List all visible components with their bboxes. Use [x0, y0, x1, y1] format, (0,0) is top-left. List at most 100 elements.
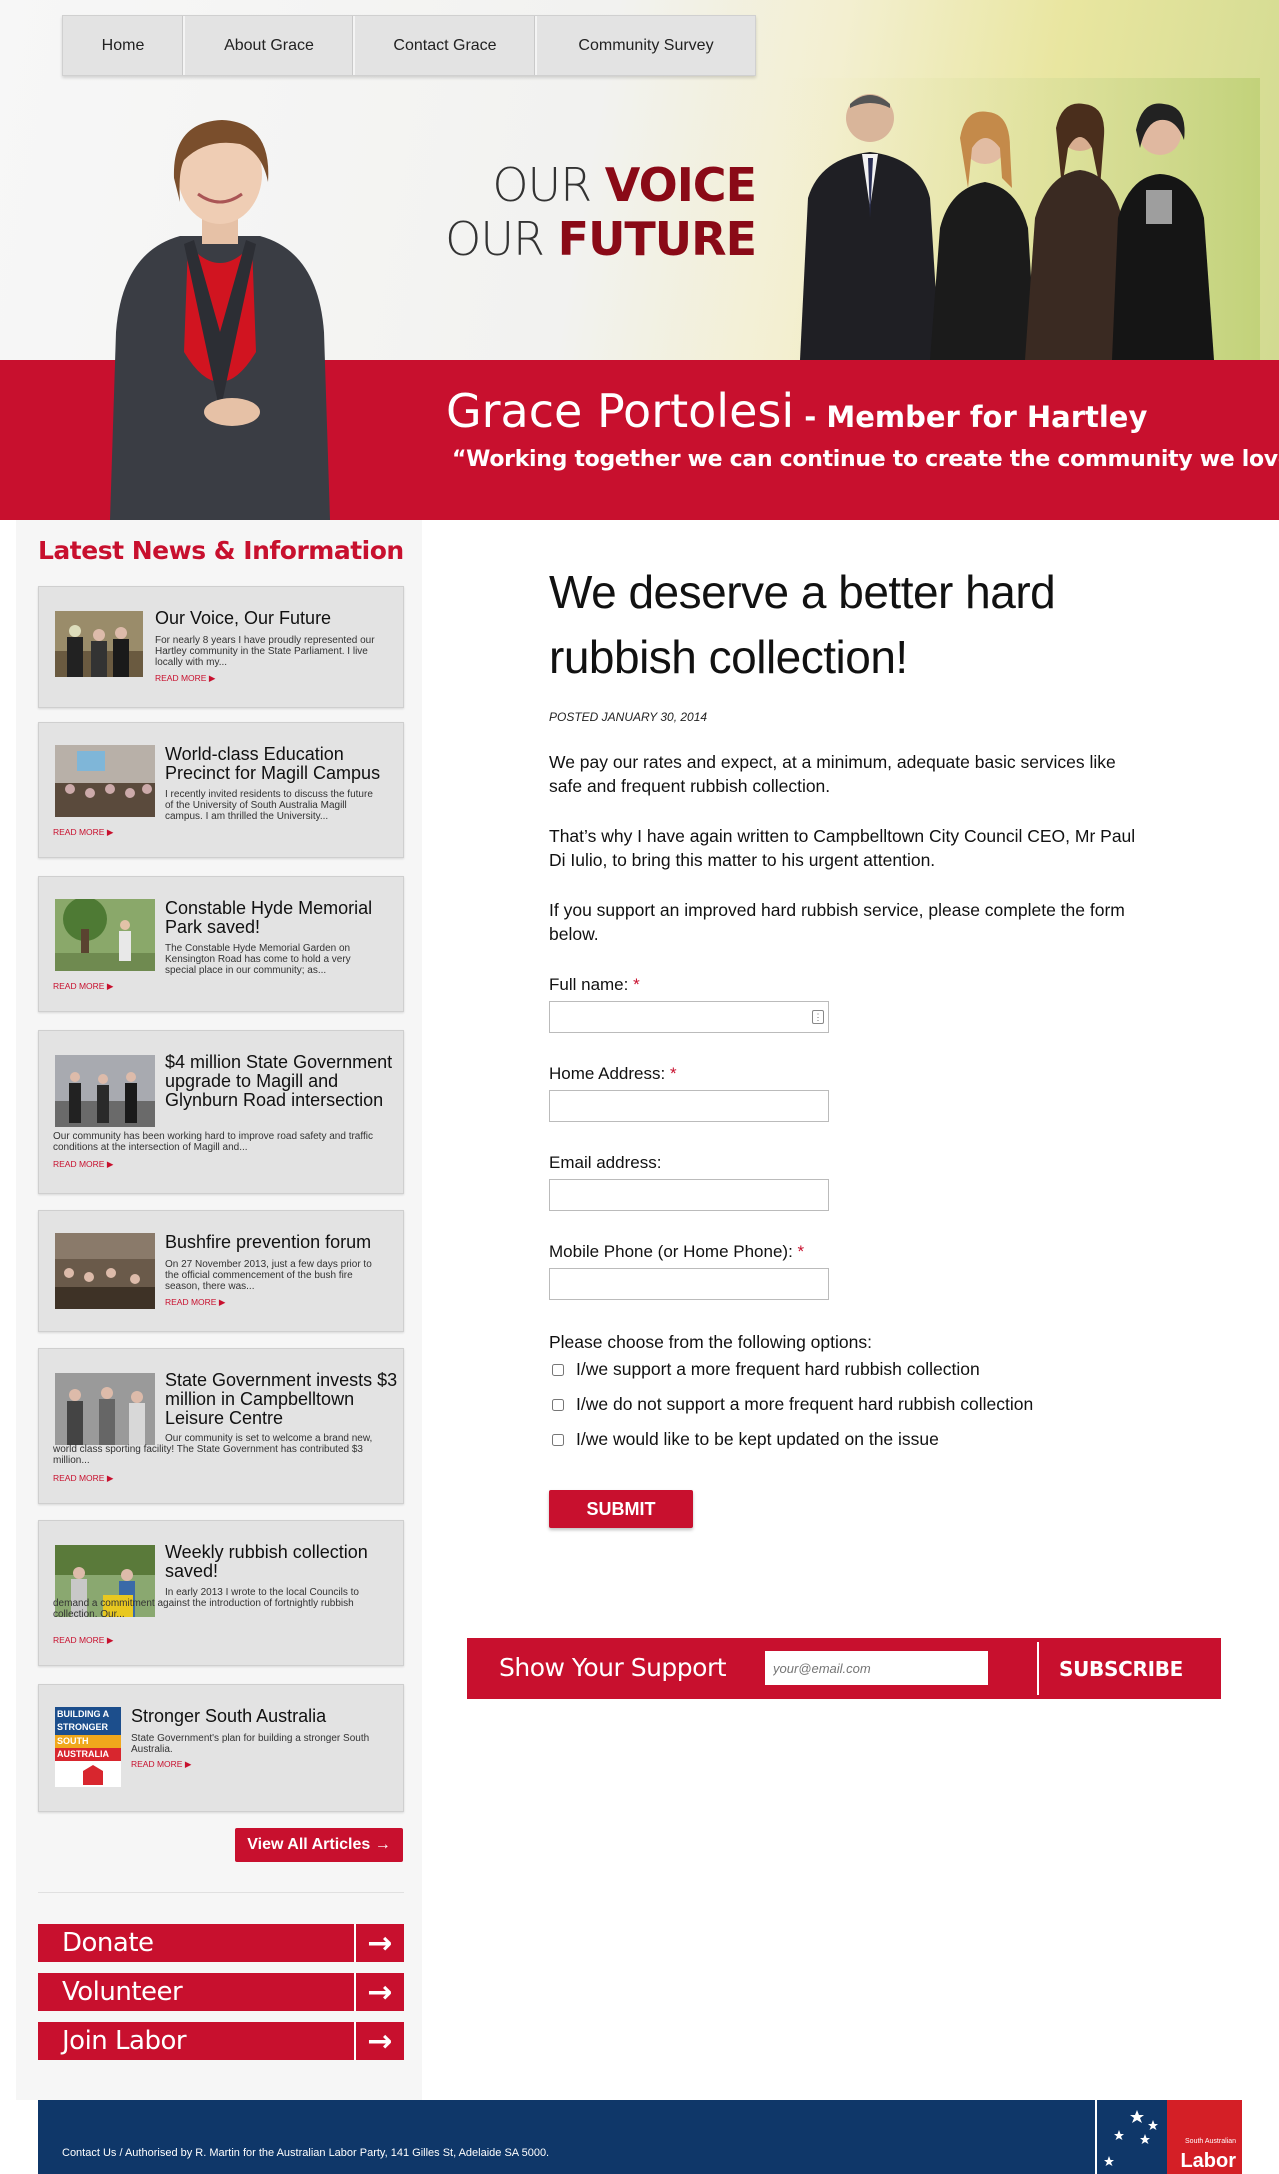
news-title[interactable]: Our Voice, Our Future — [155, 609, 395, 628]
news-excerpt: On 27 November 2013, just a few days pri… — [165, 1259, 372, 1292]
news-excerpt: The Constable Hyde Memorial Garden on Ke… — [165, 943, 351, 976]
nav-contact-grace[interactable]: Contact Grace — [355, 16, 537, 75]
donate-label: Donate — [62, 1928, 154, 1958]
option-support-checkbox[interactable] — [552, 1363, 564, 1376]
news-title[interactable]: World-class Education Precinct for Magil… — [165, 745, 399, 783]
news-card[interactable]: Weekly rubbish collection saved! In earl… — [38, 1520, 404, 1666]
read-more-link[interactable]: READ MORE ▶ — [53, 1473, 113, 1484]
read-more-link[interactable]: READ MORE ▶ — [53, 1635, 113, 1646]
news-title[interactable]: Constable Hyde Memorial Park saved! — [165, 899, 399, 937]
post-title: We deserve a better hard rubbish collect… — [549, 566, 1056, 683]
news-title[interactable]: Weekly rubbish collection saved! — [165, 1543, 399, 1581]
read-more-link[interactable]: READ MORE ▶ — [155, 673, 215, 684]
mp-name: Grace Portolesi — [446, 384, 795, 438]
sidebar: Latest News & Information Our Voice, Our… — [16, 520, 422, 2100]
logo-line: STRONGER — [55, 1722, 121, 1735]
option-not-support-checkbox[interactable] — [552, 1398, 564, 1411]
phone-label: Mobile Phone (or Home Phone): * — [549, 1242, 805, 1261]
mp-name-line: Grace Portolesi - Member for Hartley — [446, 384, 1147, 438]
news-card[interactable]: Our Voice, Our Future For nearly 8 years… — [38, 586, 404, 708]
main-content: We deserve a better hard rubbish collect… — [549, 560, 1149, 724]
news-thumbnail — [55, 611, 143, 677]
arrow-right-icon: → — [354, 1973, 404, 2011]
volunteer-button[interactable]: Volunteer → — [38, 1973, 404, 2011]
news-card[interactable]: Bushfire prevention forum On 27 November… — [38, 1210, 404, 1332]
news-thumbnail — [55, 1233, 155, 1309]
option-support-label: I/we support a more frequent hard rubbis… — [576, 1359, 980, 1379]
options-label: Please choose from the following options… — [549, 1332, 872, 1352]
slogan-line2-bold: FUTURE — [557, 212, 757, 266]
volunteer-label: Volunteer — [62, 1977, 183, 2007]
view-all-articles-button[interactable]: View All Articles → — [235, 1828, 403, 1862]
arrow-right-icon: → — [354, 1924, 404, 1962]
home-address-label: Home Address: * — [549, 1064, 677, 1083]
news-excerpt: Our community has been working hard to i… — [53, 1131, 373, 1153]
news-thumbnail — [55, 1055, 155, 1127]
post-paragraph: That’s why I have again written to Campb… — [549, 826, 1136, 870]
read-more-link[interactable]: READ MORE ▶ — [53, 827, 113, 838]
read-more-link[interactable]: READ MORE ▶ — [165, 1297, 225, 1308]
site-header: Home About Grace Contact Grace Community… — [0, 0, 1279, 520]
news-title[interactable]: Stronger South Australia — [131, 1707, 393, 1726]
group-photo — [780, 78, 1260, 360]
email-label: Email address: — [549, 1153, 662, 1172]
logo-line: BUILDING A — [55, 1707, 121, 1722]
grace-portrait — [110, 120, 330, 520]
site-footer: Contact Us / Authorised by R. Martin for… — [38, 2100, 1242, 2174]
news-card[interactable]: State Government invests $3 million in C… — [38, 1348, 404, 1504]
read-more-link[interactable]: READ MORE ▶ — [131, 1759, 191, 1770]
sidebar-divider — [38, 1892, 404, 1893]
option-keep-updated[interactable]: I/we would like to be kept updated on th… — [552, 1429, 939, 1450]
subscribe-email-input[interactable] — [765, 1651, 988, 1685]
full-name-input[interactable] — [549, 1001, 829, 1033]
post-date: POSTED JANUARY 30, 2014 — [549, 710, 708, 724]
news-title[interactable]: Bushfire prevention forum — [165, 1233, 399, 1252]
submit-button[interactable]: SUBMIT — [549, 1490, 693, 1528]
option-keep-updated-checkbox[interactable] — [552, 1433, 564, 1446]
email-input[interactable] — [549, 1179, 829, 1211]
support-title: Show Your Support — [499, 1653, 727, 1682]
main-nav: Home About Grace Contact Grace Community… — [62, 15, 756, 76]
nav-home[interactable]: Home — [63, 16, 185, 75]
donate-button[interactable]: Donate → — [38, 1924, 404, 1962]
nav-community-survey[interactable]: Community Survey — [537, 16, 755, 75]
logo-state-text: South Australian — [1185, 2138, 1236, 2145]
support-bar: Show Your Support SUBSCRIBE — [467, 1638, 1221, 1699]
labor-logo[interactable]: South Australian Labor — [1095, 2100, 1242, 2174]
phone-input[interactable] — [549, 1268, 829, 1300]
hero-slogan: OUR VOICE OUR FUTURE — [400, 158, 757, 266]
support-divider — [1037, 1642, 1039, 1695]
news-title[interactable]: $4 million State Government upgrade to M… — [165, 1053, 399, 1110]
option-not-support[interactable]: I/we do not support a more frequent hard… — [552, 1394, 1033, 1415]
logo-labor-wordmark: Labor — [1180, 2150, 1236, 2172]
subscribe-button[interactable]: SUBSCRIBE — [1059, 1657, 1183, 1681]
option-support[interactable]: I/we support a more frequent hard rubbis… — [552, 1359, 980, 1380]
news-thumbnail — [55, 745, 155, 817]
news-excerpt: For nearly 8 years I have proudly repres… — [155, 635, 375, 668]
read-more-link[interactable]: READ MORE ▶ — [53, 1159, 113, 1170]
news-title[interactable]: State Government invests $3 million in C… — [165, 1371, 399, 1428]
option-not-support-label: I/we do not support a more frequent hard… — [576, 1394, 1034, 1414]
footer-authorisation[interactable]: Contact Us / Authorised by R. Martin for… — [62, 2147, 549, 2159]
news-card[interactable]: BUILDING A STRONGER SOUTH AUSTRALIA Stro… — [38, 1684, 404, 1812]
autofill-icon[interactable]: ⋮ — [812, 1010, 824, 1024]
hero-quote: “Working together we can continue to cre… — [452, 447, 1279, 472]
sidebar-heading: Latest News & Information — [38, 536, 404, 565]
join-labor-label: Join Labor — [62, 2026, 187, 2056]
news-excerpt: In early 2013 I wrote to the local Counc… — [53, 1587, 359, 1620]
slogan-line1-light: OUR — [492, 158, 605, 212]
arrow-right-icon: → — [354, 2022, 404, 2060]
nav-about-grace[interactable]: About Grace — [185, 16, 355, 75]
slogan-line1-bold: VOICE — [604, 158, 757, 212]
news-card[interactable]: World-class Education Precinct for Magil… — [38, 722, 404, 858]
news-excerpt: State Government's plan for building a s… — [131, 1733, 370, 1755]
news-excerpt: I recently invited residents to discuss … — [165, 789, 373, 822]
news-card[interactable]: Constable Hyde Memorial Park saved! The … — [38, 876, 404, 1012]
read-more-link[interactable]: READ MORE ▶ — [53, 981, 113, 992]
slogan-line2-light: OUR — [445, 212, 558, 266]
news-card[interactable]: $4 million State Government upgrade to M… — [38, 1030, 404, 1194]
join-labor-button[interactable]: Join Labor → — [38, 2022, 404, 2060]
full-name-label: Full name: * — [549, 975, 640, 994]
news-thumbnail — [55, 899, 155, 971]
home-address-input[interactable] — [549, 1090, 829, 1122]
